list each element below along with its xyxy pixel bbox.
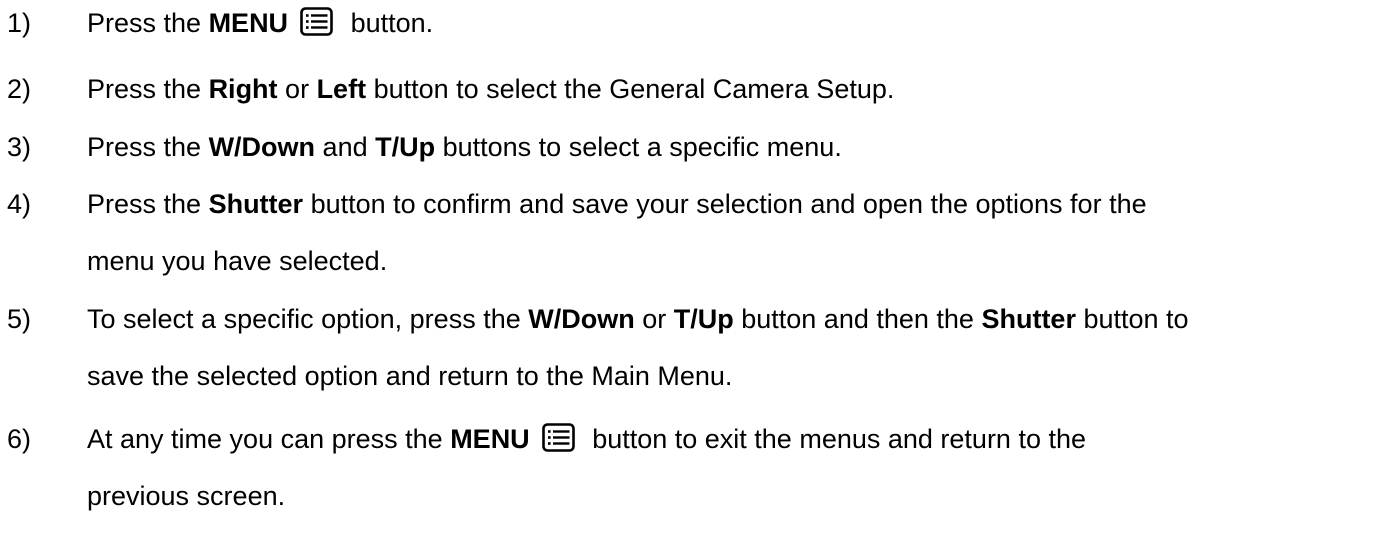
menu-list-icon	[541, 421, 575, 452]
step-text: Press the W/Down and T/Up buttons to sel…	[87, 125, 1393, 169]
step-number: 4)	[7, 189, 32, 219]
step-line: menu you have selected.	[87, 246, 388, 276]
step-number: 6)	[7, 424, 32, 454]
step-text: To select a specific option, press the W…	[87, 297, 1393, 398]
step-text: Press the Right or Left button to select…	[87, 67, 1393, 111]
step-number: 1)	[7, 8, 32, 38]
button-name: Left	[316, 74, 367, 104]
step-line: save the selected option and return to t…	[87, 361, 733, 391]
step-line: previous screen.	[87, 481, 286, 511]
button-name: T/Up	[375, 132, 436, 162]
button-name: W/Down	[208, 132, 316, 162]
step-text: At any time you can press the MENU butto…	[87, 417, 1393, 518]
step-line: To select a specific option, press the W…	[87, 304, 1189, 334]
button-name: MENU	[208, 8, 289, 38]
step-number: 5)	[7, 304, 32, 334]
step-line: Press the W/Down and T/Up buttons to sel…	[87, 132, 842, 162]
button-name: Right	[208, 74, 278, 104]
step-text: Press the MENU button.	[87, 1, 1393, 45]
button-name: T/Up	[673, 304, 734, 334]
button-name: Shutter	[981, 304, 1076, 334]
menu-list-icon	[300, 5, 333, 36]
step-number: 3)	[7, 132, 32, 162]
step-text: Press the Shutter button to confirm and …	[87, 182, 1393, 283]
step-line: Press the MENU button.	[87, 1, 1393, 45]
button-name: Shutter	[208, 189, 304, 219]
step-line: Press the Right or Left button to select…	[87, 74, 895, 104]
step-line: At any time you can press the MENU butto…	[87, 417, 1393, 461]
step-line: Press the Shutter button to confirm and …	[87, 189, 1147, 219]
button-name: W/Down	[528, 304, 635, 334]
instruction-list: 1) Press the MENU button. 2) Press the R…	[0, 0, 1393, 554]
button-name: MENU	[450, 424, 530, 454]
step-number: 2)	[7, 74, 32, 104]
